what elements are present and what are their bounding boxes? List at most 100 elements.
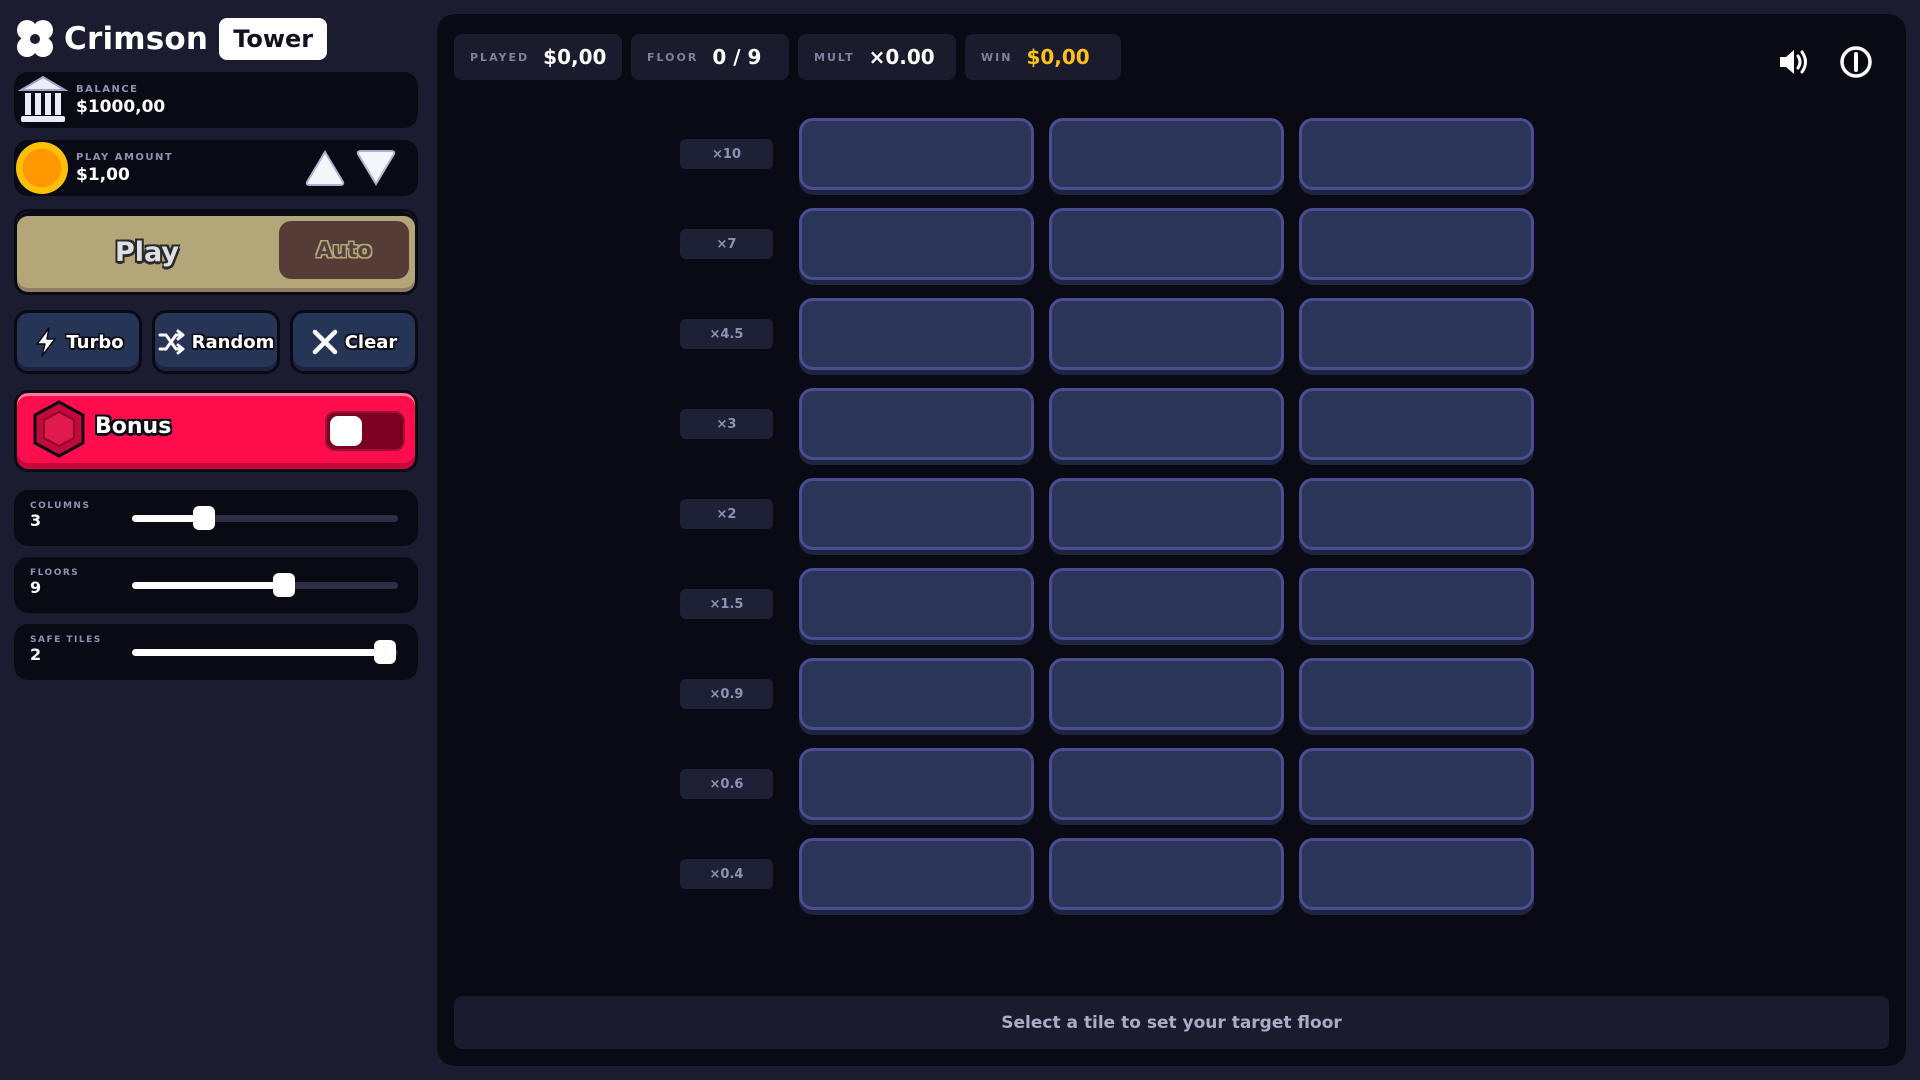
safe-tiles-text: SAFE TILES 2 [30,635,102,664]
win-value: $0,00 [1026,45,1090,69]
tower-tile[interactable] [1299,748,1534,820]
tower-tile[interactable] [799,298,1034,370]
played-stat: PLAYED $0,00 [454,34,622,80]
tower-tile[interactable] [1049,208,1284,280]
tower-tile[interactable] [1299,298,1534,370]
floor-multiplier-label: ×0.6 [680,769,773,799]
game-board: PLAYED $0,00 FLOOR 0 / 9 MULT ×0.00 WIN … [437,14,1906,1066]
shuffle-icon [158,329,185,355]
mult-value: ×0.00 [868,45,935,69]
play-button[interactable]: Play [17,212,277,292]
close-icon [312,329,337,355]
floor-multiplier-label: ×10 [680,139,773,169]
floors-slider-thumb[interactable] [273,573,295,597]
mult-stat: MULT ×0.00 [798,34,956,80]
safe-tiles-label: SAFE TILES [30,635,102,645]
tower-tile[interactable] [1049,838,1284,910]
floors-slider-fill [132,582,284,589]
lightning-icon [36,327,57,357]
columns-slider-thumb[interactable] [193,506,215,530]
balance-value: $1000,00 [76,97,166,117]
floor-multiplier-label: ×2 [680,499,773,529]
turbo-button[interactable]: Turbo [14,310,142,374]
balance-panel: BALANCE $1000,00 [14,72,418,128]
speaker-icon[interactable] [1776,44,1812,80]
floor-multiplier-label: ×7 [680,229,773,259]
info-icon[interactable] [1838,44,1874,80]
floors-text: FLOORS 9 [30,568,79,597]
safe-tiles-slider-fill [132,649,385,656]
played-label: PLAYED [470,50,530,64]
floor-multiplier-label: ×0.9 [680,679,773,709]
tower-tile[interactable] [799,478,1034,550]
play-amount-text: PLAY AMOUNT $1,00 [76,152,173,185]
bonus-switch-knob [330,416,362,446]
floors-slider-panel: FLOORS 9 [14,557,418,613]
safe-tiles-slider-panel: SAFE TILES 2 [14,624,418,680]
turbo-label: Turbo [66,331,124,353]
play-amount-value: $1,00 [76,165,130,185]
floor-multiplier-label: ×4.5 [680,319,773,349]
safe-tiles-value: 2 [30,645,42,664]
play-amount-panel: PLAY AMOUNT $1,00 [14,140,418,196]
columns-slider-track[interactable] [132,506,398,530]
clover-logo-icon [17,20,53,57]
win-label: WIN [981,50,1013,64]
auto-button[interactable]: Auto [279,221,409,279]
balance-text: BALANCE $1000,00 [76,84,165,117]
floor-multiplier-label: ×1.5 [680,589,773,619]
bonus-toggle-bar[interactable]: Bonus [14,390,418,472]
floors-value: 9 [30,578,42,597]
safe-tiles-slider-track[interactable] [132,640,398,664]
status-message: Select a tile to set your target floor [454,996,1889,1049]
floors-label: FLOORS [30,568,80,578]
hexagon-gem-icon [33,400,85,458]
tower-tile[interactable] [1299,478,1534,550]
tower-tile[interactable] [799,568,1034,640]
columns-label: COLUMNS [30,501,91,511]
tower-tile[interactable] [799,838,1034,910]
play-controls: Play Auto [14,209,418,295]
bonus-switch[interactable] [325,411,405,451]
tower-tile[interactable] [1049,478,1284,550]
brand: Crimson Tower [14,16,328,62]
tower-tile[interactable] [799,208,1034,280]
columns-value: 3 [30,511,42,530]
floor-label: FLOOR [647,50,699,64]
game-root: Crimson Tower BALANCE $1000,00 PLAY AMOU… [0,0,1920,1080]
floor-stat: FLOOR 0 / 9 [631,34,789,80]
columns-slider-panel: COLUMNS 3 [14,490,418,546]
brand-name: Crimson [64,21,209,57]
tower-tile[interactable] [799,748,1034,820]
bank-icon [18,75,68,122]
tower-tile[interactable] [1299,208,1534,280]
tower-tile[interactable] [799,658,1034,730]
increase-amount-button[interactable] [304,148,346,188]
tower-tile[interactable] [1299,118,1534,190]
tower-tile[interactable] [1299,658,1534,730]
floor-multiplier-label: ×0.4 [680,859,773,889]
played-value: $0,00 [543,45,607,69]
tower-tile[interactable] [1299,568,1534,640]
tower-tile[interactable] [1049,388,1284,460]
play-amount-label: PLAY AMOUNT [76,152,174,163]
columns-text: COLUMNS 3 [30,501,90,530]
floor-multiplier-label: ×3 [680,409,773,439]
tower-tile[interactable] [799,388,1034,460]
tower-tile[interactable] [1049,118,1284,190]
win-stat: WIN $0,00 [965,34,1121,80]
tower-tile[interactable] [1299,838,1534,910]
safe-tiles-slider-thumb[interactable] [374,640,396,664]
tower-tile[interactable] [799,118,1034,190]
decrease-amount-button[interactable] [355,148,397,188]
random-button[interactable]: Random [152,310,280,374]
tower-tile[interactable] [1299,388,1534,460]
tower-tile[interactable] [1049,568,1284,640]
tower-tile[interactable] [1049,748,1284,820]
coin-icon [16,142,68,194]
floors-slider-track[interactable] [132,573,398,597]
tower-tile[interactable] [1049,658,1284,730]
tower-tile[interactable] [1049,298,1284,370]
clear-button[interactable]: Clear [290,310,418,374]
random-label: Random [191,331,275,353]
